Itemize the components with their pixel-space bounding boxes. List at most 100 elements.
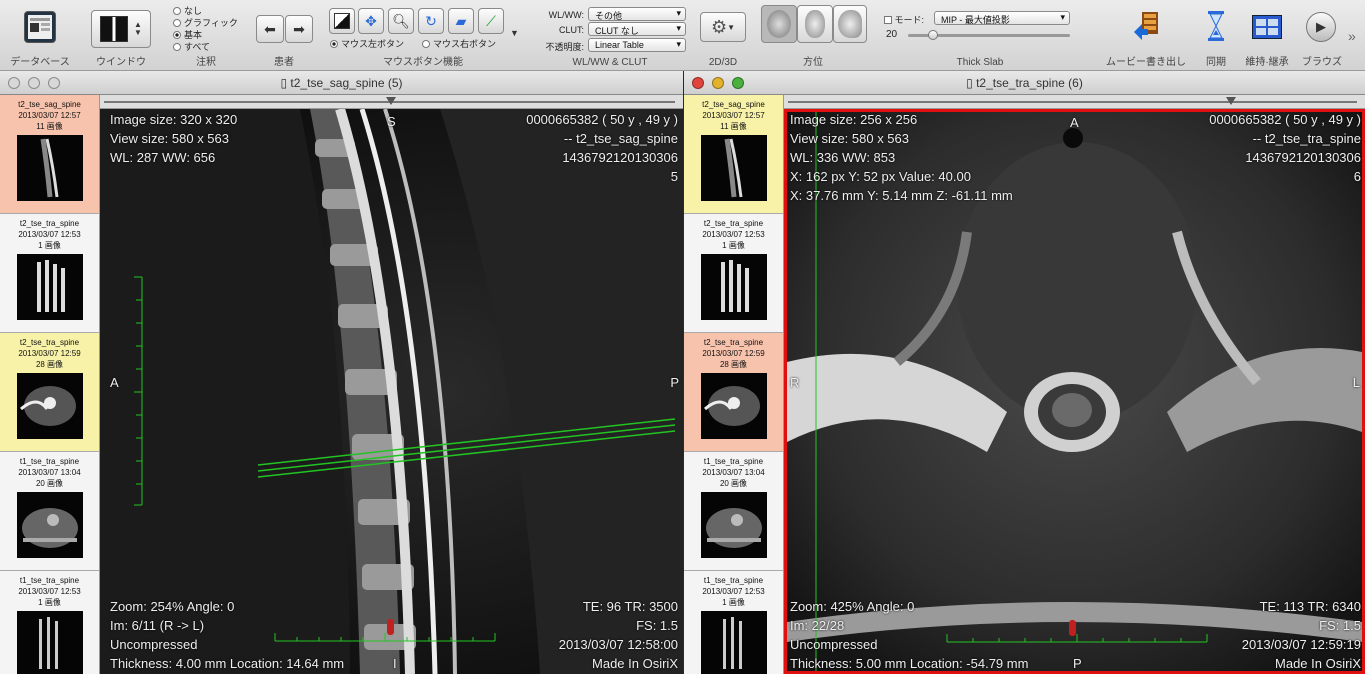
wlww-tool-button[interactable] — [329, 8, 355, 34]
keep-tool[interactable]: 維持·継承 — [1238, 0, 1296, 71]
database-tool[interactable]: データベース — [0, 0, 80, 71]
series-preview — [16, 492, 83, 558]
head-sagittal-icon — [838, 10, 862, 38]
patient-label: 患者 — [274, 57, 294, 68]
toolbar-overflow-icon[interactable]: » — [1348, 28, 1356, 44]
series-thumb-4[interactable]: t1_tse_tra_spine 2013/03/07 12:53 1 画像 — [684, 571, 783, 674]
series-preview — [16, 254, 83, 320]
orientation-marker-top: S — [387, 114, 396, 129]
overlay-bottom-left: Zoom: 425% Angle: 0 Im: 22/28 Uncompress… — [790, 599, 1029, 671]
opacity-field-label: 不透明度: — [545, 42, 584, 52]
measure-tool-button[interactable]: ⟋ — [478, 8, 504, 34]
series-thumb-1[interactable]: t2_tse_tra_spine 2013/03/07 12:53 1 画像 — [684, 214, 783, 333]
tool-menu-arrow-icon[interactable]: ▼ — [510, 28, 519, 38]
database-icon[interactable] — [24, 11, 56, 43]
ruler-icon: ⟋ — [486, 12, 496, 29]
image-viewer-left[interactable]: Image size: 320 x 320 View size: 580 x 5… — [100, 109, 683, 674]
orientation-marker-left: R — [790, 375, 800, 390]
window-layout-button[interactable]: ▲ ▼ — [91, 10, 151, 48]
titlebar-right: ▯ t2_tse_tra_spine (6) — [684, 71, 1365, 95]
play-icon[interactable]: ▶ — [1306, 12, 1336, 42]
viewer-window-right: ▯ t2_tse_tra_spine (6) t2_tse_sag_spine 2… — [684, 71, 1365, 674]
hourglass-icon[interactable] — [1207, 10, 1225, 42]
head-coronal-icon — [805, 10, 825, 38]
gear-icon: ⚙ — [710, 16, 728, 37]
radio-icon — [173, 7, 181, 15]
series-thumb-2[interactable]: t2_tse_tra_spine 2013/03/07 12:59 28 画像 — [684, 333, 783, 452]
sync-label: 同期 — [1206, 57, 1226, 68]
clut-field-label: CLUT: — [558, 25, 584, 35]
window-title-left: ▯ t2_tse_sag_spine (5) — [280, 76, 403, 90]
series-thumb-0[interactable]: t2_tse_sag_spine 2013/03/07 12:57 11 画像 — [0, 95, 99, 214]
series-thumb-0[interactable]: t2_tse_sag_spine 2013/03/07 12:57 11 画像 — [684, 95, 783, 214]
scroll-tool-button[interactable]: ▰ — [448, 8, 474, 34]
browse-tool[interactable]: ▶ ブラウズ — [1298, 0, 1346, 71]
next-patient-button[interactable]: ➡ — [285, 15, 313, 43]
wlww-field-label: WL/WW: — [548, 10, 584, 20]
browse-label: ブラウズ — [1302, 57, 1342, 68]
sync-tool[interactable]: 同期 — [1198, 0, 1234, 71]
overlay-top-left: Image size: 256 x 256 View size: 580 x 5… — [790, 112, 1013, 203]
series-preview — [700, 611, 767, 674]
annotation-option-1[interactable]: グラフィック — [173, 17, 238, 29]
patient-tool: ⬅ ➡ 患者 — [252, 0, 316, 71]
rotate-tool-button[interactable]: ↻ — [418, 8, 444, 34]
slab-slider[interactable] — [908, 30, 1070, 40]
annotation-option-0[interactable]: なし — [173, 5, 238, 17]
image-slider-thumb-right[interactable] — [1226, 97, 1236, 105]
orientation-sagittal-button[interactable] — [833, 5, 867, 43]
titlebar-left: ▯ t2_tse_sag_spine (5) — [0, 71, 683, 95]
thickslab-label: Thick Slab — [956, 57, 1004, 68]
series-thumb-3[interactable]: t1_tse_tra_spine 2013/03/07 13:04 20 画像 — [0, 452, 99, 571]
arrow-right-icon: ➡ — [293, 20, 305, 37]
document-icon: ▯ — [966, 76, 977, 90]
annotation-label: 注釈 — [196, 57, 216, 68]
movie-export-icon[interactable] — [1132, 10, 1160, 42]
mode-checkbox[interactable]: モード: — [884, 13, 924, 26]
clut-select[interactable]: CLUT なし — [588, 22, 686, 36]
grid-icon[interactable] — [1252, 15, 1282, 39]
annotation-option-2[interactable]: 基本 — [173, 29, 238, 41]
view2d3d-button[interactable]: ⚙ ▼ — [700, 12, 746, 42]
opacity-select[interactable]: Linear Table — [588, 38, 686, 52]
mode-select[interactable]: MIP - 最大値投影 — [934, 11, 1070, 25]
orientation-coronal-button[interactable] — [797, 5, 833, 43]
viewer-window-left: ▯ t2_tse_sag_spine (5) t2_tse_sag_spine 2… — [0, 71, 683, 674]
overlay-top-right: 0000665382 ( 50 y , 49 y ) -- t2_tse_tra… — [1209, 112, 1361, 184]
mouse-label: マウスボタン機能 — [383, 57, 463, 68]
slab-value: 20 — [886, 29, 898, 40]
stack-icon: ▰ — [455, 12, 467, 29]
series-list-right: t2_tse_sag_spine 2013/03/07 12:57 11 画像 t2… — [684, 95, 784, 674]
image-slider-right[interactable] — [784, 95, 1365, 109]
movie-export-tool[interactable]: ムービー書き出し — [1098, 0, 1194, 71]
image-slider-thumb-left[interactable] — [386, 97, 396, 105]
series-preview — [700, 492, 767, 558]
wlww-select[interactable]: その他 — [588, 7, 686, 21]
arrow-left-icon: ⬅ — [264, 20, 276, 37]
orientation-marker-bottom: P — [1073, 656, 1082, 671]
series-thumb-1[interactable]: t2_tse_tra_spine 2013/03/07 12:53 1 画像 — [0, 214, 99, 333]
mouse-left-option[interactable]: マウス左ボタン — [330, 38, 404, 50]
overlay-bottom-left: Zoom: 254% Angle: 0 Im: 6/11 (R -> L) Un… — [110, 599, 345, 671]
window-tool[interactable]: ▲ ▼ ウインドウ — [82, 0, 160, 71]
keep-label: 維持·継承 — [1245, 57, 1289, 68]
series-thumb-2[interactable]: t2_tse_tra_spine 2013/03/07 12:59 28 画像 — [0, 333, 99, 452]
window-title-right: ▯ t2_tse_tra_spine (6) — [966, 76, 1083, 90]
image-viewer-right[interactable]: Image size: 256 x 256 View size: 580 x 5… — [784, 109, 1365, 674]
series-thumb-4[interactable]: t1_tse_tra_spine 2013/03/07 12:53 1 画像 — [0, 571, 99, 674]
series-thumb-3[interactable]: t1_tse_tra_spine 2013/03/07 13:04 20 画像 — [684, 452, 783, 571]
image-slider-left[interactable] — [100, 95, 683, 109]
annotation-option-3[interactable]: すべて — [173, 41, 238, 53]
movie-export-label: ムービー書き出し — [1106, 57, 1186, 68]
sagittal-mri-image — [100, 109, 683, 674]
zoom-tool-button[interactable]: 🔍︎ — [388, 8, 414, 34]
move-tool-button[interactable]: ✥ — [358, 8, 384, 34]
slab-slider-thumb[interactable] — [928, 30, 938, 40]
previous-patient-button[interactable]: ⬅ — [256, 15, 284, 43]
orientation-axial-button[interactable] — [761, 5, 797, 43]
mouse-right-option[interactable]: マウス右ボタン — [422, 38, 496, 50]
series-preview — [16, 611, 83, 674]
overlay-top-left: Image size: 320 x 320 View size: 580 x 5… — [110, 112, 238, 165]
radio-icon — [422, 40, 430, 48]
chevron-down-icon: ▼ — [727, 22, 736, 32]
